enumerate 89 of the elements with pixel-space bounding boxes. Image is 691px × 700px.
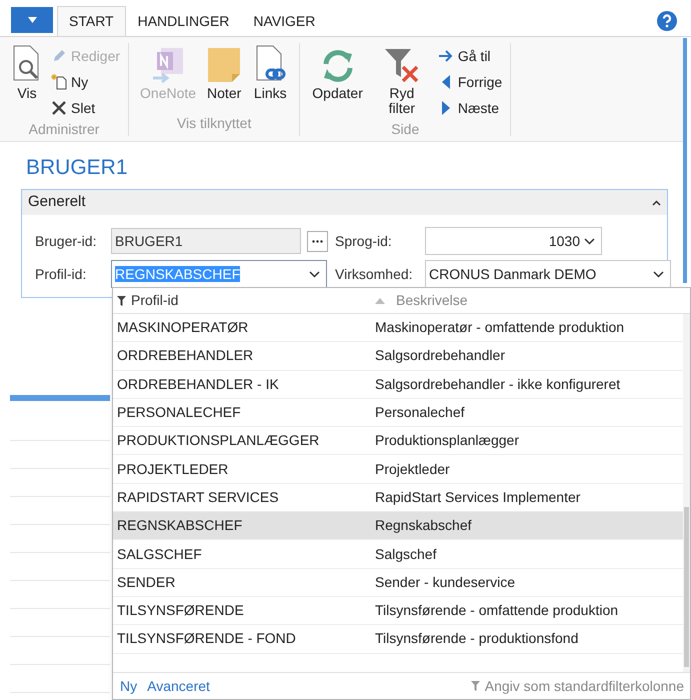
triangle-right-icon	[440, 101, 451, 115]
triangle-left-icon	[440, 75, 451, 89]
ribbon-button[interactable]: Gå til	[436, 45, 502, 67]
table-cell: Produktionsplanlægger	[375, 432, 519, 448]
caret-down-icon	[28, 17, 36, 23]
table-row[interactable]: SALGSCHEF Salgschef	[113, 540, 683, 569]
table-row[interactable]: ORDREBEHANDLER Salgsordrebehandler	[113, 342, 683, 371]
table-cell: ORDREBEHANDLER	[117, 347, 254, 364]
scrollbar-thumb[interactable]	[684, 507, 689, 667]
new-document-icon	[51, 74, 67, 90]
table-row[interactable]: PROJEKTLEDER Projektleder	[113, 455, 683, 484]
chevron-down-icon	[584, 238, 595, 244]
table-cell: SALGSCHEF	[117, 546, 202, 562]
dropdown-field[interactable]: CRONUS Danmark DEMO	[425, 260, 671, 288]
column-header[interactable]: Beskrivelse	[396, 290, 468, 311]
refresh-arrows-icon	[320, 49, 355, 83]
table-cell: Sender - kundeservice	[375, 574, 516, 590]
chevron-down-icon	[653, 270, 664, 278]
table-row[interactable]: PERSONALECHEF Personalechef	[113, 398, 683, 428]
table-cell: Tilsynsførende - omfattende produktion	[375, 602, 618, 618]
table-cell: RAPIDSTART SERVICES	[117, 488, 279, 505]
table-row[interactable]: SENDER Sender - kundeservice	[113, 568, 683, 597]
table-cell: ORDREBEHANDLER - IK	[117, 376, 279, 392]
table-row[interactable]: PRODUKTIONSPLANLÆGGER Produktionsplanlægger	[113, 427, 683, 456]
help-icon[interactable]	[657, 11, 677, 31]
table-cell: RapidStart Services Implementer	[375, 488, 580, 505]
table-cell: TILSYNSFØRENDE	[117, 602, 244, 618]
table-row[interactable]: REGNSKABSCHEF Regnskabschef	[113, 512, 683, 540]
table-row[interactable]: RAPIDSTART SERVICES RapidStart Services Implementer	[113, 484, 683, 512]
set-default-filter-link[interactable]: Angiv som standardfilterkolonne	[484, 676, 684, 696]
group-label: Side	[391, 120, 420, 139]
table-cell: PRODUKTIONSPLANLÆGGER	[117, 432, 320, 448]
footer-link[interactable]: Ny	[120, 676, 138, 696]
table-row[interactable]: MASKINOPERATØR Maskinoperatør - omfattende produktion	[113, 314, 683, 342]
sort-ascending-icon	[375, 298, 385, 304]
arrow-right-icon	[438, 50, 453, 62]
ribbon-button[interactable]: Ryd filter	[370, 43, 433, 116]
table-cell: PROJEKTLEDER	[117, 460, 228, 477]
footer-link[interactable]: Avanceret	[147, 676, 210, 696]
table-row[interactable]: ORDREBEHANDLER - IK Salgsordrebehandler - ikke konfigureret	[113, 370, 683, 399]
field-label: Virksomhed:	[335, 264, 413, 284]
notebook-arrow-icon	[151, 47, 186, 83]
table-cell: Salgsordrebehandler	[375, 347, 505, 364]
ribbon-button[interactable]: Næste	[436, 97, 502, 119]
collapse-icon[interactable]	[652, 200, 661, 206]
filter-x-icon	[384, 47, 420, 83]
ellipsis-icon	[312, 240, 323, 242]
filter-icon	[117, 296, 126, 306]
table-cell: Tilsynsførende - produktionsfond	[375, 630, 578, 646]
assist-button[interactable]	[307, 230, 328, 252]
ribbon-tab[interactable]: START	[57, 6, 126, 36]
table-cell: PERSONALECHEF	[117, 404, 241, 420]
field-label: Profil-id:	[35, 264, 86, 284]
filter-icon	[470, 681, 480, 691]
column-header[interactable]: Profil-id	[131, 290, 178, 311]
group-label: Vis tilknyttet	[176, 114, 252, 133]
group-label: Administrer	[28, 120, 100, 139]
pencil-icon	[52, 49, 66, 63]
dropdown-field[interactable]: 1030	[425, 227, 602, 255]
section-title: Generelt	[28, 192, 86, 212]
table-row[interactable]: TILSYNSFØRENDE Tilsynsførende - omfattende produktion	[113, 596, 683, 626]
ribbon-button[interactable]: Links	[249, 43, 292, 101]
table-cell: Maskinoperatør - omfattende produktion	[375, 319, 624, 336]
table-cell: SENDER	[117, 574, 176, 590]
ribbon-button[interactable]: Vis	[8, 43, 46, 101]
table-cell: Projektleder	[375, 460, 450, 477]
chevron-down-icon	[309, 270, 320, 278]
table-cell: Personalechef	[375, 404, 465, 420]
field-label: Sprog-id:	[335, 232, 392, 251]
sticky-note-icon	[207, 47, 242, 83]
input-field[interactable]: BRUGER1	[111, 228, 301, 254]
page-title: BRUGER1	[26, 155, 128, 181]
app-menu-button[interactable]	[11, 7, 53, 33]
table-cell: TILSYNSFØRENDE - FOND	[117, 630, 296, 646]
ribbon-button[interactable]: Opdater	[308, 43, 367, 101]
ribbon-button[interactable]: Forrige	[436, 71, 502, 93]
table-cell: Salgsordrebehandler - ikke konfigureret	[375, 376, 620, 392]
table-cell: MASKINOPERATØR	[117, 319, 248, 336]
table-row[interactable]: TILSYNSFØRENDE - FOND Tilsynsførende - produktionsfond	[113, 625, 683, 654]
delete-x-icon	[51, 100, 67, 116]
table-cell: REGNSKABSCHEF	[117, 517, 242, 534]
ribbon-button[interactable]: Noter	[203, 43, 246, 101]
ribbon-tab[interactable]: HANDLINGER	[126, 6, 242, 36]
ribbon-tab[interactable]: NAVIGER	[241, 6, 328, 36]
ribbon-button[interactable]: Slet	[50, 97, 120, 119]
ribbon-button[interactable]: Ny	[50, 71, 120, 93]
table-cell: Regnskabschef	[375, 517, 472, 534]
table-cell: Salgschef	[375, 546, 436, 562]
field-label: Bruger-id:	[35, 232, 96, 251]
